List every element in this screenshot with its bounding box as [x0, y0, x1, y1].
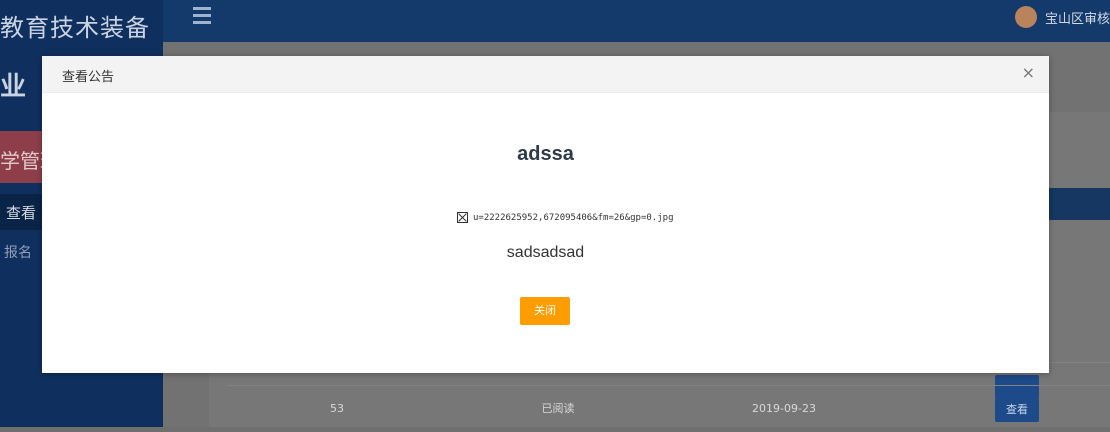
broken-image-icon	[457, 212, 468, 223]
cell-date: 2019-09-23	[752, 402, 816, 415]
brand-title: 教育技术装备	[0, 14, 150, 42]
close-icon[interactable]: ×	[1022, 64, 1035, 82]
table-row: 53 已阅读 2019-09-23 查看	[227, 385, 1110, 432]
top-bar: 宝山区审核	[163, 0, 1110, 42]
broken-image: u=2222625952,672095406&fm=26&gp=0.jpg	[457, 212, 673, 223]
hamburger-menu-icon[interactable]	[193, 7, 211, 28]
user-name: 宝山区审核	[1044, 11, 1110, 27]
image-alt-text: u=2222625952,672095406&fm=26&gp=0.jpg	[473, 212, 674, 223]
cell-id: 53	[330, 402, 344, 415]
view-button[interactable]: 查看	[995, 398, 1039, 422]
user-menu[interactable]: 宝山区审核	[1014, 6, 1110, 28]
modal-title: 查看公告	[62, 70, 115, 85]
brand-subtitle: 业	[0, 72, 27, 102]
cell-status: 已阅读	[541, 402, 575, 415]
announcement-modal: 查看公告 × adssa u=2222625952,672095406&fm=2…	[42, 56, 1049, 373]
close-button[interactable]: 关闭	[520, 297, 570, 325]
avatar	[1014, 6, 1037, 28]
announcement-body: sadsadsad	[506, 244, 585, 261]
announcement-heading: adssa	[517, 143, 574, 165]
modal-header: 查看公告 ×	[42, 56, 1049, 93]
sidebar-subitem-signup[interactable]: 报名	[4, 242, 32, 262]
sidebar-subitem-label: 查看	[6, 204, 37, 222]
